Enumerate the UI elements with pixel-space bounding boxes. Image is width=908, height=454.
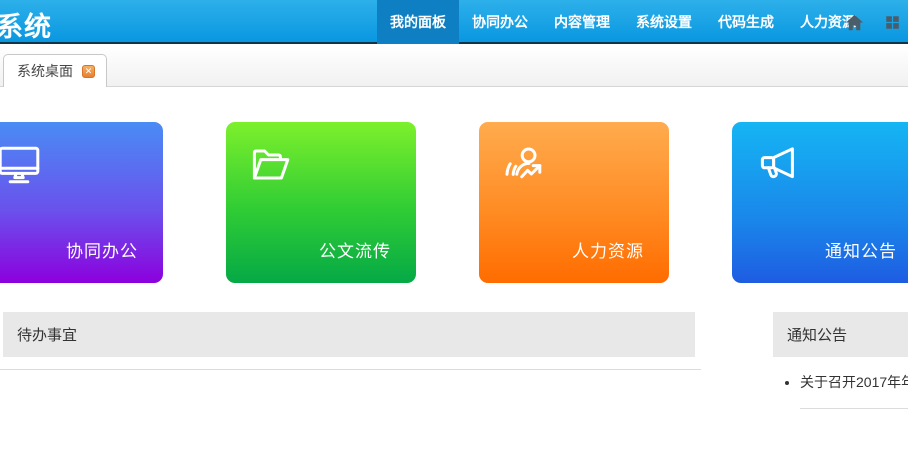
tile-label: 人力资源 <box>572 237 644 262</box>
todo-panel-title: 待办事宜 <box>3 312 695 357</box>
megaphone-icon <box>754 141 802 189</box>
person-growth-icon <box>501 141 549 189</box>
tile-hr[interactable]: 人力资源 <box>479 122 669 283</box>
tile-label: 协同办公 <box>66 237 138 262</box>
tab-system-desktop[interactable]: 系统桌面 <box>3 54 107 87</box>
open-folder-icon <box>248 141 296 189</box>
monitor-icon <box>0 141 43 189</box>
tile-collaboration[interactable]: 协同办公 <box>0 122 163 283</box>
nav-item-system-settings[interactable]: 系统设置 <box>623 0 705 44</box>
top-header: 系统 我的面板 协同办公 内容管理 系统设置 代码生成 人力资源 <box>0 0 908 44</box>
close-icon[interactable] <box>82 65 95 78</box>
nav-item-collaboration[interactable]: 协同办公 <box>459 0 541 44</box>
header-icon-group <box>845 0 900 44</box>
home-icon[interactable] <box>845 14 864 31</box>
nav-item-content-mgmt[interactable]: 内容管理 <box>541 0 623 44</box>
tile-label: 通知公告 <box>825 237 897 262</box>
notice-list: 关于召开2017年年 <box>773 370 908 409</box>
tab-label: 系统桌面 <box>17 61 73 81</box>
notice-panel-title: 通知公告 <box>773 312 908 357</box>
todo-panel: 待办事宜 <box>3 312 695 357</box>
nav-item-my-dashboard[interactable]: 我的面板 <box>377 0 459 44</box>
app-title: 系统 <box>0 5 52 44</box>
tile-notices[interactable]: 通知公告 <box>732 122 908 283</box>
main-nav: 我的面板 协同办公 内容管理 系统设置 代码生成 人力资源 <box>377 0 869 44</box>
notice-panel: 通知公告 关于召开2017年年 <box>773 312 908 409</box>
tile-document-flow[interactable]: 公文流传 <box>226 122 416 283</box>
todo-panel-divider <box>0 369 701 370</box>
nav-item-code-gen[interactable]: 代码生成 <box>705 0 787 44</box>
notice-list-item[interactable]: 关于召开2017年年 <box>800 370 908 409</box>
tile-label: 公文流传 <box>319 237 391 262</box>
dashboard-page: 系统 我的面板 协同办公 内容管理 系统设置 代码生成 人力资源 系统桌面 <box>0 0 908 454</box>
tab-bar: 系统桌面 <box>0 46 908 87</box>
grid-icon[interactable] <box>885 15 900 30</box>
